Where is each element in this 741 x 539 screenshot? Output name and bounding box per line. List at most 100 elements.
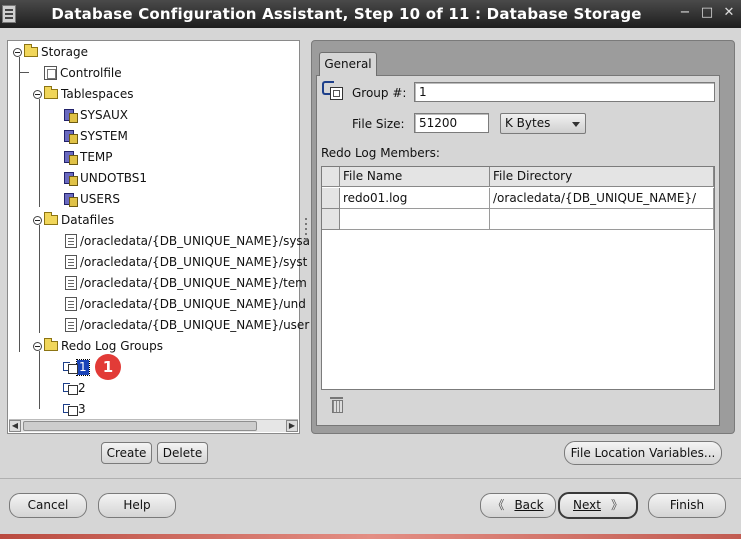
minimize-icon[interactable]: − bbox=[677, 5, 693, 21]
next-label: Next bbox=[573, 498, 601, 512]
delete-button[interactable]: Delete bbox=[157, 442, 208, 464]
tree-item-label: /oracledata/{DB_UNIQUE_NAME}/tem bbox=[80, 276, 307, 290]
help-button[interactable]: Help bbox=[98, 493, 176, 518]
trash-icon[interactable] bbox=[330, 396, 343, 413]
file-size-unit-select[interactable]: K Bytes bbox=[500, 113, 586, 134]
tablespace-icon bbox=[63, 129, 78, 144]
tree-item-label: USERS bbox=[80, 192, 120, 206]
tree-item-storage[interactable]: Storage bbox=[13, 42, 88, 62]
tree-item-redo-log-groups[interactable]: Redo Log Groups bbox=[33, 336, 163, 356]
tablespace-icon bbox=[63, 150, 78, 165]
tree-item-redo-1[interactable]: 1 bbox=[63, 357, 90, 377]
folder-icon bbox=[44, 86, 58, 99]
back-label: Back bbox=[514, 498, 544, 512]
redo-log-icon bbox=[63, 381, 78, 395]
tree-item-label: 3 bbox=[78, 402, 86, 416]
storage-tree-panel: Storage Controlfile Tablespaces SYSAUX S… bbox=[7, 40, 310, 434]
tree-horizontal-scrollbar[interactable]: ◀ ▶ bbox=[9, 419, 298, 432]
next-chevron-icon: 》 bbox=[610, 498, 623, 512]
redo-log-members-label: Redo Log Members: bbox=[321, 146, 440, 160]
tab-general[interactable]: General bbox=[319, 52, 377, 76]
tree-item-undotbs1[interactable]: UNDOTBS1 bbox=[63, 168, 147, 188]
collapse-icon[interactable] bbox=[33, 215, 42, 225]
tree-item-sysaux[interactable]: SYSAUX bbox=[63, 105, 128, 125]
close-icon[interactable]: ✕ bbox=[721, 5, 737, 21]
chevron-down-icon bbox=[572, 122, 580, 127]
column-header-file-directory[interactable]: File Directory bbox=[490, 167, 714, 187]
tree-item-datafile[interactable]: /oracledata/{DB_UNIQUE_NAME}/syst bbox=[65, 252, 307, 272]
unit-select-value: K Bytes bbox=[505, 116, 551, 130]
separator bbox=[0, 478, 741, 479]
datafile-icon bbox=[65, 255, 77, 269]
tree-item-datafile[interactable]: /oracledata/{DB_UNIQUE_NAME}/user bbox=[65, 315, 309, 335]
tablespace-icon bbox=[63, 171, 78, 186]
scrollbar-thumb[interactable] bbox=[23, 421, 257, 431]
window-title: Database Configuration Assistant, Step 1… bbox=[51, 5, 642, 23]
tree-item-datafiles[interactable]: Datafiles bbox=[33, 210, 114, 230]
back-button[interactable]: 《 Back bbox=[480, 493, 556, 518]
tree-item-label: SYSAUX bbox=[80, 108, 128, 122]
column-header-file-name[interactable]: File Name bbox=[340, 167, 490, 187]
tree-line bbox=[19, 72, 29, 73]
tree-item-label: Tablespaces bbox=[61, 87, 134, 101]
row-header[interactable] bbox=[322, 209, 340, 230]
row-header[interactable] bbox=[322, 188, 340, 209]
redo-log-icon bbox=[63, 360, 78, 374]
tree-item-label: Datafiles bbox=[61, 213, 115, 227]
datafile-icon bbox=[65, 318, 77, 332]
table-cell-file-directory[interactable]: /oracledata/{DB_UNIQUE_NAME}/ bbox=[490, 188, 714, 209]
title-bar: Database Configuration Assistant, Step 1… bbox=[0, 0, 741, 28]
tablespace-icon bbox=[63, 192, 78, 207]
table-cell-file-name[interactable] bbox=[340, 209, 490, 230]
file-size-field[interactable]: 51200 bbox=[414, 113, 489, 133]
create-button[interactable]: Create bbox=[101, 442, 152, 464]
annotation-badge: 1 bbox=[95, 354, 121, 380]
collapse-icon[interactable] bbox=[33, 89, 42, 99]
tree-item-label: /oracledata/{DB_UNIQUE_NAME}/sysa bbox=[80, 234, 311, 248]
table-cell-file-name[interactable]: redo01.log bbox=[340, 188, 490, 209]
datafile-icon bbox=[65, 234, 77, 248]
collapse-icon[interactable] bbox=[13, 47, 22, 57]
table-cell-file-directory[interactable] bbox=[490, 209, 714, 230]
tree-line bbox=[39, 351, 40, 409]
cancel-button[interactable]: Cancel bbox=[9, 493, 87, 518]
tree-item-temp[interactable]: TEMP bbox=[63, 147, 113, 167]
tree-item-label: /oracledata/{DB_UNIQUE_NAME}/user bbox=[80, 318, 310, 332]
file-location-variables-button[interactable]: File Location Variables... bbox=[564, 441, 722, 465]
collapse-icon[interactable] bbox=[33, 341, 42, 351]
redo-log-members-table: File Name File Directory redo01.log /ora… bbox=[321, 166, 715, 390]
tree-item-datafile[interactable]: /oracledata/{DB_UNIQUE_NAME}/tem bbox=[65, 273, 307, 293]
tablespace-icon bbox=[63, 108, 78, 123]
datafile-icon bbox=[65, 297, 77, 311]
tree-item-users[interactable]: USERS bbox=[63, 189, 120, 209]
window-bottom-edge bbox=[0, 534, 741, 539]
scroll-left-icon[interactable]: ◀ bbox=[9, 420, 21, 432]
tree-item-system[interactable]: SYSTEM bbox=[63, 126, 128, 146]
scroll-right-icon[interactable]: ▶ bbox=[286, 420, 298, 432]
splitter-handle[interactable] bbox=[304, 215, 308, 255]
tree-item-redo-2[interactable]: 2 bbox=[63, 378, 86, 398]
tree-item-label: /oracledata/{DB_UNIQUE_NAME}/und bbox=[80, 297, 306, 311]
tree-item-label: 2 bbox=[78, 381, 86, 395]
tree-item-label: Storage bbox=[41, 45, 88, 59]
maximize-icon[interactable]: □ bbox=[699, 5, 715, 21]
tree-line bbox=[19, 57, 20, 352]
tree-item-label: UNDOTBS1 bbox=[80, 171, 148, 185]
tree-item-tablespaces[interactable]: Tablespaces bbox=[33, 84, 134, 104]
group-number-field[interactable]: 1 bbox=[414, 82, 715, 102]
tree-item-datafile[interactable]: /oracledata/{DB_UNIQUE_NAME}/sysa bbox=[65, 231, 310, 251]
tree-line bbox=[39, 225, 40, 333]
tree-item-controlfile[interactable]: Controlfile bbox=[44, 63, 122, 83]
folder-icon bbox=[44, 338, 58, 351]
finish-button[interactable]: Finish bbox=[648, 493, 726, 518]
tree-item-label: /oracledata/{DB_UNIQUE_NAME}/syst bbox=[80, 255, 308, 269]
redo-log-icon bbox=[63, 402, 78, 416]
folder-icon bbox=[44, 212, 58, 225]
next-button[interactable]: Next 》 bbox=[558, 492, 638, 519]
tree-item-label-selected: 1 bbox=[76, 358, 90, 376]
group-number-label: Group #: bbox=[352, 86, 407, 100]
tree-item-redo-3[interactable]: 3 bbox=[63, 399, 86, 419]
tree-item-label: Controlfile bbox=[60, 66, 122, 80]
tree-item-datafile[interactable]: /oracledata/{DB_UNIQUE_NAME}/und bbox=[65, 294, 306, 314]
tree-item-label: Redo Log Groups bbox=[61, 339, 163, 353]
